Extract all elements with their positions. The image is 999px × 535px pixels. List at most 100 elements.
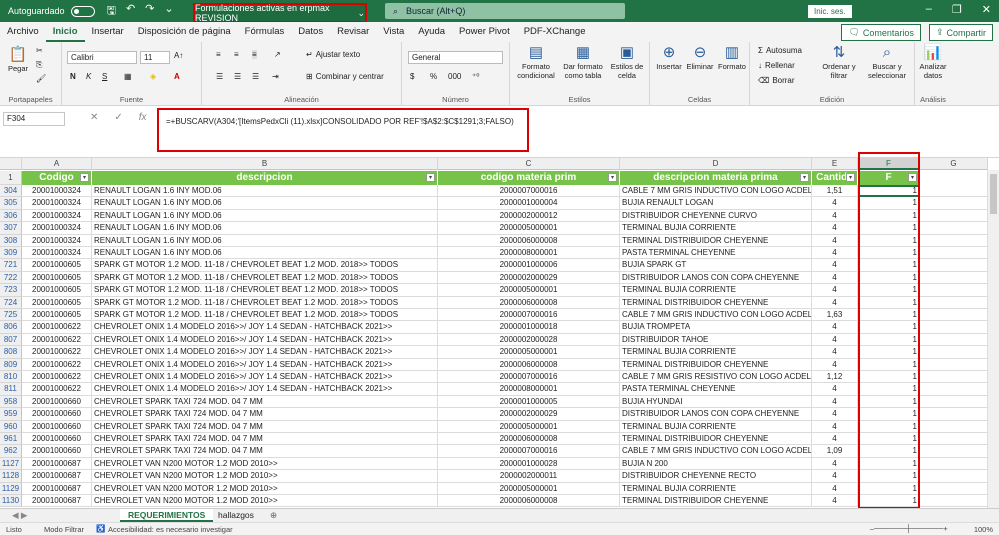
cell-codigo[interactable]: 20001000660	[22, 395, 92, 409]
filter-dropdown-icon[interactable]: ▾	[426, 173, 435, 182]
cell-codigo[interactable]: 20001000605	[22, 259, 92, 272]
customize-toolbar-icon[interactable]: ⌄	[164, 2, 173, 21]
row-header[interactable]: 958	[0, 395, 22, 409]
cell-codigo[interactable]: 20001000605	[22, 309, 92, 322]
insert-cells-button[interactable]: ⊕ Insertar	[654, 44, 684, 71]
cell-descripcion[interactable]: SPARK GT MOTOR 1.2 MOD. 11-18 / CHEVROLE…	[92, 296, 438, 309]
table-header-cell[interactable]	[920, 171, 988, 185]
cell-g[interactable]	[920, 321, 988, 334]
cell-codigo-materia[interactable]: 2000005000001	[438, 482, 620, 495]
cell-codigo[interactable]: 20001000687	[22, 470, 92, 483]
cell-g[interactable]	[920, 234, 988, 247]
borders-icon[interactable]: ▦	[124, 72, 132, 81]
cell-f[interactable]: 1	[858, 420, 920, 433]
cell-descripcion-materia[interactable]: TERMINAL DISTRIBUIDOR CHEYENNE	[620, 358, 812, 371]
row-header[interactable]: 806	[0, 321, 22, 334]
row-header[interactable]: 308	[0, 234, 22, 247]
filter-dropdown-icon[interactable]: ▾	[908, 173, 917, 182]
cell-f[interactable]: 1	[858, 197, 920, 210]
cell-descripcion[interactable]: CHEVROLET ONIX 1.4 MODELO 2016>>/ JOY 1.…	[92, 346, 438, 359]
sort-filter-button[interactable]: ⇅ Ordenar y filtrar	[818, 44, 860, 80]
cell-codigo-materia[interactable]: 2000007000016	[438, 371, 620, 384]
row-header[interactable]: 960	[0, 420, 22, 433]
table-header-cell[interactable]: descripcion ▾	[92, 171, 438, 185]
format-cells-button[interactable]: ▥ Formato	[716, 44, 748, 71]
cell-cantidad[interactable]: 1,51	[812, 185, 858, 198]
cell-codigo-materia[interactable]: 2000005000001	[438, 222, 620, 235]
cell-cantidad[interactable]: 4	[812, 482, 858, 495]
tab-inicio[interactable]: Inicio	[45, 22, 85, 42]
enter-icon[interactable]: ✓	[114, 112, 122, 123]
document-title[interactable]: Formulaciones activas en erpmax REVISION…	[193, 3, 367, 23]
tab-vista[interactable]: Vista	[376, 22, 411, 42]
tab-datos[interactable]: Datos	[291, 22, 330, 42]
cell-codigo[interactable]: 20001000324	[22, 185, 92, 198]
cell-descripcion-materia[interactable]: DISTRIBUIDOR TAHOE	[620, 333, 812, 347]
row-header[interactable]: 962	[0, 445, 22, 458]
row-header[interactable]: 809	[0, 358, 22, 371]
row-header[interactable]: 722	[0, 271, 22, 285]
font-grow-icon[interactable]: A↑	[174, 51, 183, 60]
table-header-cell[interactable]: F ▾	[858, 171, 920, 185]
cell-f[interactable]: 1	[858, 445, 920, 458]
cell-cantidad[interactable]: 4	[812, 420, 858, 433]
cell-f[interactable]: 1	[858, 185, 920, 198]
cell-f[interactable]: 1	[858, 259, 920, 272]
cell-f[interactable]: 1	[858, 284, 920, 297]
cell-codigo[interactable]: 20001000660	[22, 420, 92, 433]
cell-codigo-materia[interactable]: 2000002000011	[438, 470, 620, 483]
row-header[interactable]: 724	[0, 296, 22, 309]
fill-button[interactable]: ↓ Rellenar	[758, 61, 795, 70]
cell-descripcion[interactable]: SPARK GT MOTOR 1.2 MOD. 11-18 / CHEVROLE…	[92, 259, 438, 272]
autosum-button[interactable]: Σ Autosuma	[758, 46, 802, 55]
cell-codigo[interactable]: 20001000324	[22, 234, 92, 247]
tab-archivo[interactable]: Archivo	[0, 22, 46, 42]
tab-insertar[interactable]: Insertar	[85, 22, 131, 42]
redo-icon[interactable]: ↷	[145, 2, 154, 21]
cell-cantidad[interactable]: 4	[812, 271, 858, 285]
align-middle-icon[interactable]: ≡	[234, 50, 239, 59]
merge-center-button[interactable]: ⊞ Combinar y centrar	[306, 72, 384, 81]
format-painter-icon[interactable]: 🖌	[36, 74, 46, 83]
wrap-text-button[interactable]: ↵ Ajustar texto	[306, 50, 360, 59]
cell-codigo-materia[interactable]: 2000005000001	[438, 284, 620, 297]
underline-button[interactable]: S	[102, 72, 107, 81]
cell-f[interactable]: 1	[858, 457, 920, 471]
cell-descripcion[interactable]: RENAULT LOGAN 1.6 INY MOD.06	[92, 197, 438, 210]
cell-f[interactable]: 1	[858, 358, 920, 371]
cell-cantidad[interactable]: 4	[812, 234, 858, 247]
cell-g[interactable]	[920, 185, 988, 198]
cell-codigo-materia[interactable]: 2000001000018	[438, 321, 620, 334]
cell-codigo[interactable]: 20001000324	[22, 247, 92, 260]
cell-g[interactable]	[920, 222, 988, 235]
cell-codigo-materia[interactable]: 2000002000029	[438, 271, 620, 285]
cell-g[interactable]	[920, 383, 988, 396]
scroll-thumb[interactable]	[990, 174, 997, 214]
cell-codigo-materia[interactable]: 2000008000001	[438, 383, 620, 396]
find-select-button[interactable]: ⌕ Buscar y seleccionar	[862, 44, 912, 80]
cell-descripcion[interactable]: SPARK GT MOTOR 1.2 MOD. 11-18 / CHEVROLE…	[92, 271, 438, 285]
cell-g[interactable]	[920, 209, 988, 223]
align-top-icon[interactable]: ≡	[216, 50, 221, 59]
autosave-toggle[interactable]	[70, 5, 95, 17]
cell-codigo[interactable]: 20001000324	[22, 222, 92, 235]
cell-g[interactable]	[920, 333, 988, 347]
cell-codigo-materia[interactable]: 2000001000028	[438, 457, 620, 471]
row-header[interactable]: 1130	[0, 495, 22, 508]
cell-descripcion[interactable]: CHEVROLET ONIX 1.4 MODELO 2016>>/ JOY 1.…	[92, 371, 438, 384]
font-size-select[interactable]: 11	[140, 51, 170, 64]
cut-icon[interactable]: ✂	[36, 46, 43, 55]
cell-codigo[interactable]: 20001000605	[22, 271, 92, 285]
cell-cantidad[interactable]: 4	[812, 358, 858, 371]
cell-descripcion[interactable]: CHEVROLET VAN N200 MOTOR 1.2 MOD 2010>>	[92, 495, 438, 508]
cell-codigo-materia[interactable]: 2000006000008	[438, 296, 620, 309]
cell-descripcion-materia[interactable]: BUJIA RENAULT LOGAN	[620, 197, 812, 210]
cell-f[interactable]: 1	[858, 309, 920, 322]
cell-codigo-materia[interactable]: 2000007000016	[438, 445, 620, 458]
analyze-data-button[interactable]: 📊 Analizar datos	[915, 44, 951, 80]
select-all-corner[interactable]	[0, 158, 22, 170]
cell-descripcion[interactable]: CHEVROLET SPARK TAXI 724 MOD. 04 7 MM	[92, 395, 438, 409]
tab-ayuda[interactable]: Ayuda	[411, 22, 452, 42]
save-icon[interactable]: 🖫	[107, 2, 116, 21]
cell-descripcion-materia[interactable]: CABLE 7 MM GRIS INDUCTIVO CON LOGO ACDEL…	[620, 185, 812, 198]
